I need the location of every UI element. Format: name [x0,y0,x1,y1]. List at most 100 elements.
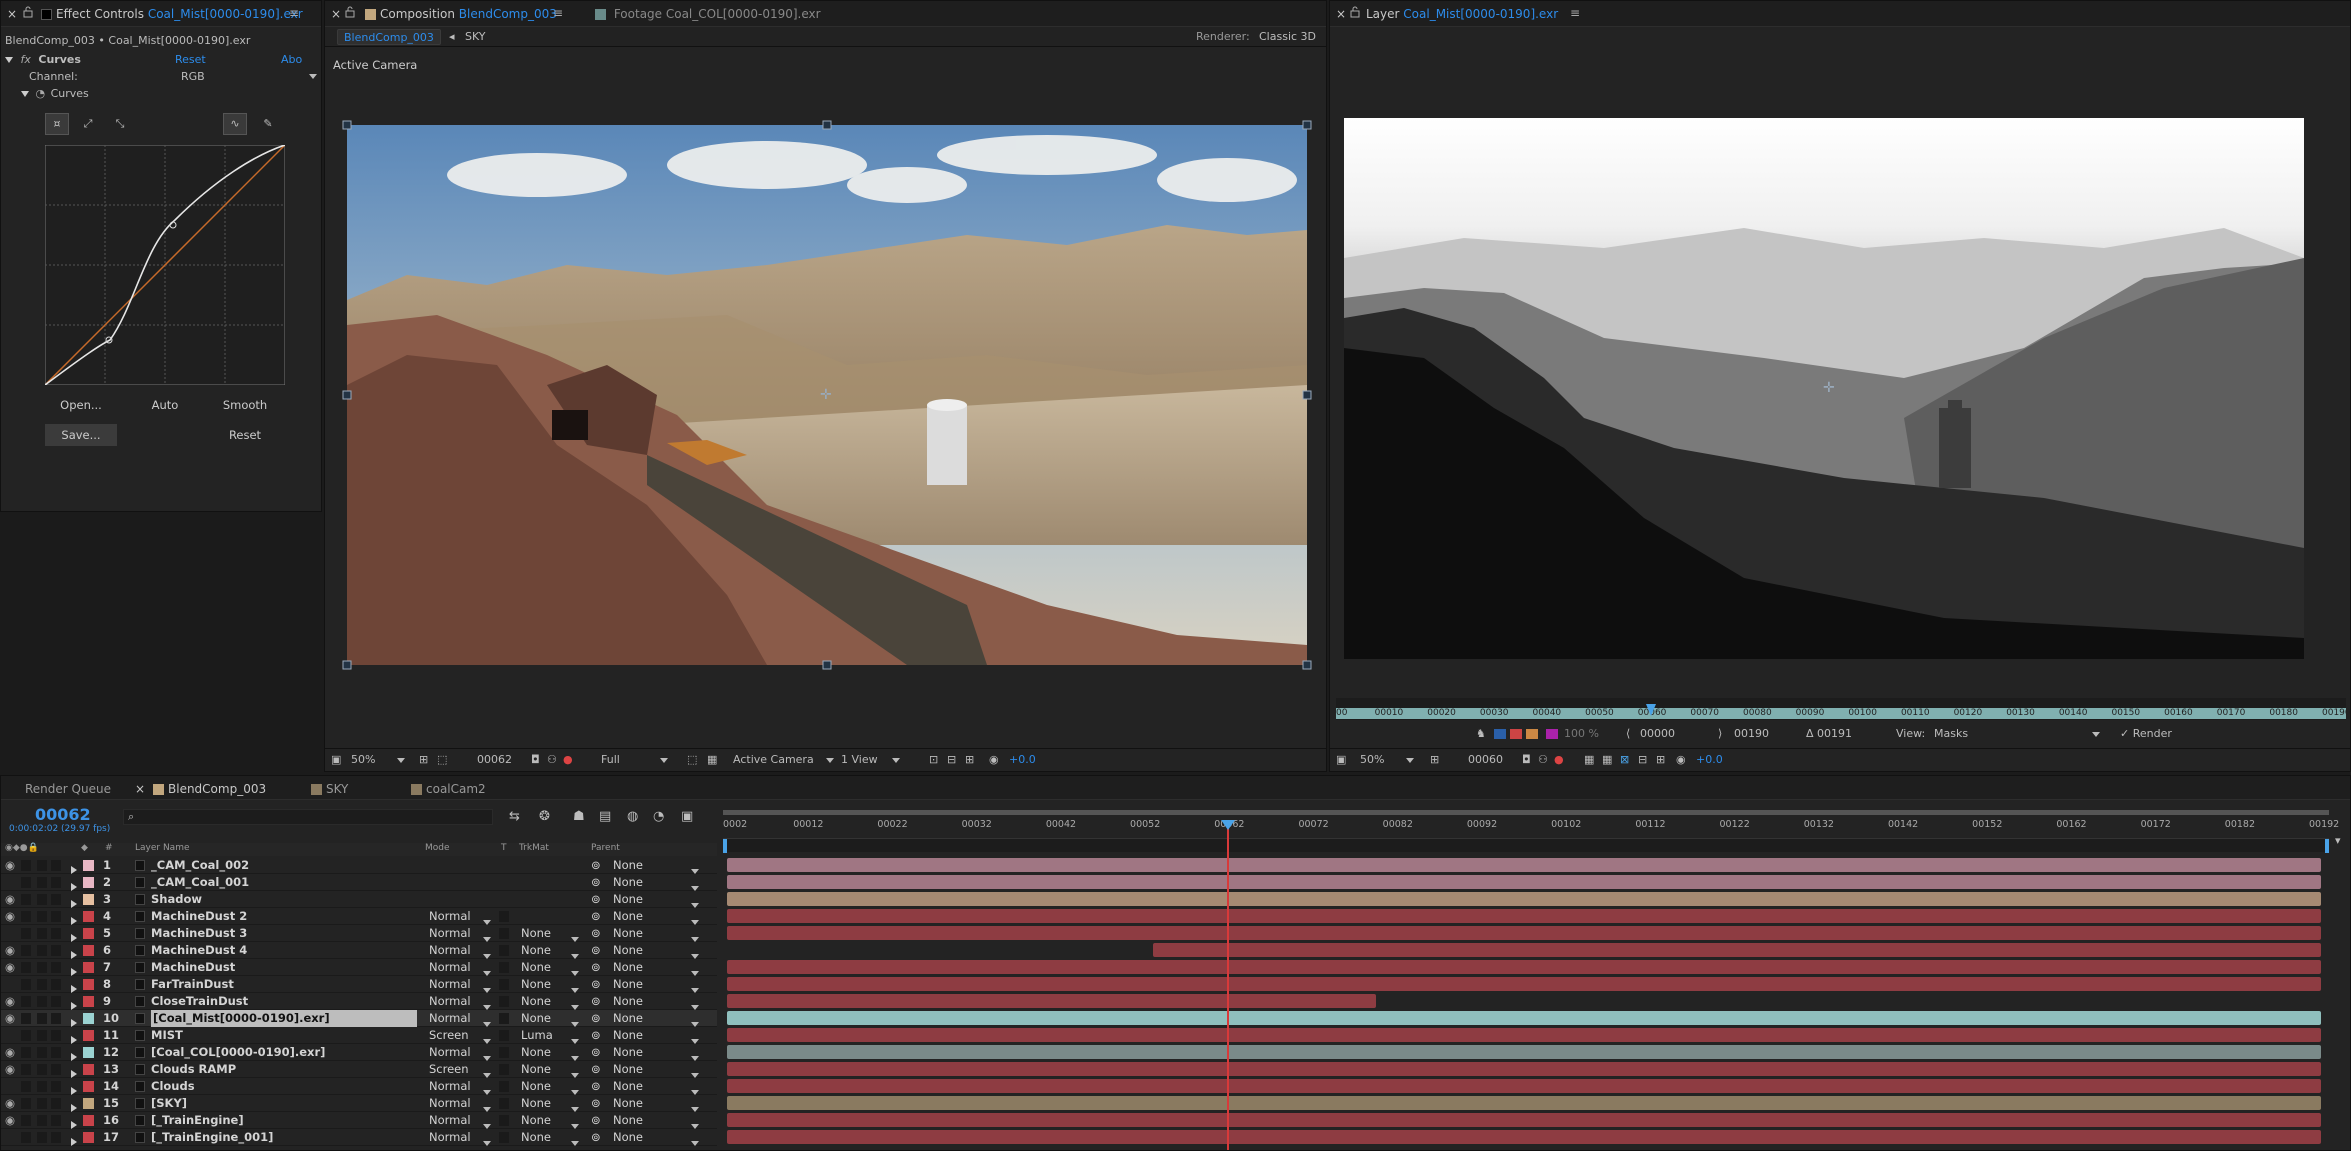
layer-parent[interactable]: None [613,942,643,959]
audio-toggle[interactable] [21,1115,31,1126]
panel-menu-icon[interactable]: ≡ [553,6,563,20]
solo-toggle[interactable] [37,1030,47,1041]
audio-toggle[interactable] [21,996,31,1007]
transparency-grid-icon[interactable]: ▦ [707,752,717,768]
curves-effect-header[interactable]: fx Curves Reset Abo [5,53,321,67]
mask-color-icon[interactable] [1494,729,1506,739]
arrow-left-icon[interactable]: ◂ [449,30,455,43]
parent-pickwhip-icon[interactable]: ⊚ [591,874,601,891]
layer-name[interactable]: [_TrainEngine_001] [151,1129,273,1146]
layer-mode[interactable]: Normal [429,925,471,942]
layer-time-ruler[interactable]: 0000010000200003000040000500006000070000… [1336,698,2350,720]
transform-handle[interactable] [342,660,352,670]
audio-toggle[interactable] [21,928,31,939]
layer-parent[interactable]: None [613,891,643,908]
layer-parent[interactable]: None [613,857,643,874]
layer-trkmat[interactable]: None [521,1112,551,1129]
layer-mode[interactable]: Normal [429,1095,471,1112]
layer-trkmat[interactable]: None [521,1095,551,1112]
channel-icon[interactable]: ● [563,752,573,768]
parent-pickwhip-icon[interactable]: ⊚ [591,1061,601,1078]
layer-duration-bar[interactable] [727,994,1376,1008]
graph-editor-icon[interactable]: ◔ [653,809,664,824]
lock-icon[interactable] [345,4,355,24]
layer-row[interactable]: ◉ 9 CloseTrainDust Normal None ⊚ None [1,993,2350,1010]
solo-toggle[interactable] [37,1013,47,1024]
parent-pickwhip-icon[interactable]: ⊚ [591,993,601,1010]
sky-breadcrumb-chip[interactable]: SKY [459,29,492,45]
lock-toggle[interactable] [51,962,61,973]
reset-button[interactable]: Reset [209,424,281,446]
expand-icon[interactable] [71,1133,77,1150]
timeline-icon[interactable]: ⊟ [1638,752,1647,768]
layer-trkmat[interactable]: None [521,1078,551,1095]
transparency-grid-icon[interactable]: ▦ [1602,752,1612,768]
layer-name[interactable]: [_TrainEngine] [151,1112,244,1129]
effect-reset-link[interactable]: Reset [175,53,206,66]
lock-toggle[interactable] [51,860,61,871]
solo-toggle[interactable] [37,877,47,888]
layer-parent[interactable]: None [613,1129,643,1146]
layer-row[interactable]: ◉ 4 MachineDust 2 Normal ⊚ None [1,908,2350,925]
panel-menu-icon[interactable]: ≡ [1570,6,1580,20]
parent-pickwhip-icon[interactable]: ⊚ [591,1129,601,1146]
solo-toggle[interactable] [37,1132,47,1143]
close-icon[interactable]: × [135,779,145,799]
layer-duration-bar[interactable] [727,875,2321,889]
audio-toggle[interactable] [21,962,31,973]
layer-trkmat[interactable]: None [521,942,551,959]
preserve-transparency-toggle[interactable] [499,911,509,922]
label-color-swatch[interactable] [83,911,94,922]
layer-name[interactable]: MachineDust 2 [151,908,247,925]
parent-pickwhip-icon[interactable]: ⊚ [591,891,601,908]
preserve-transparency-toggle[interactable] [499,928,509,939]
timeline-icon[interactable]: ⊟ [947,752,956,768]
save-button[interactable]: Save... [45,424,117,446]
audio-toggle[interactable] [21,1081,31,1092]
layer-name[interactable]: _CAM_Coal_001 [151,874,249,891]
layer-duration-bar[interactable] [727,977,2321,991]
set-in-point-icon[interactable]: ⟨ [1626,727,1630,740]
current-frame[interactable]: 00062 [477,752,512,768]
preserve-transparency-toggle[interactable] [499,1115,509,1126]
preserve-transparency-toggle[interactable] [499,979,509,990]
audio-toggle[interactable] [21,911,31,922]
layer-mode[interactable]: Normal [429,1129,471,1146]
solo-toggle[interactable] [37,928,47,939]
lock-toggle[interactable] [51,1013,61,1024]
eye-icon[interactable]: ◉ [5,959,15,976]
effect-about-link[interactable]: Abo [281,53,302,66]
solo-toggle[interactable] [37,996,47,1007]
tab-coalcam2[interactable]: coalCam2 [411,779,486,799]
layer-mode[interactable]: Normal [429,959,471,976]
open-button[interactable]: Open... [45,394,117,416]
layer-name[interactable]: MachineDust 3 [151,925,247,942]
resolution-select[interactable]: Full [601,752,668,768]
opacity-value[interactable]: 100 % [1564,727,1599,740]
transform-handle[interactable] [1302,660,1312,670]
camera-select[interactable]: Active Camera [733,752,834,768]
audio-toggle[interactable] [21,1013,31,1024]
view-layout-select[interactable]: 1 View [841,752,900,768]
lock-toggle[interactable] [51,1030,61,1041]
motion-blur-icon[interactable]: ◍ [627,809,638,824]
layer-trkmat[interactable]: None [521,1061,551,1078]
lock-toggle[interactable] [51,877,61,888]
timeline-timecode[interactable]: 00062 [35,805,91,824]
layer-tab[interactable]: Layer Coal_Mist[0000-0190].exr [1366,4,1558,24]
collapse-icon[interactable] [21,91,29,97]
stopwatch-icon[interactable]: ◔ [36,87,46,100]
parent-pickwhip-icon[interactable]: ⊚ [591,1027,601,1044]
layer-duration-bar[interactable] [727,1130,2321,1144]
layer-duration-bar[interactable] [727,1028,2321,1042]
eye-icon[interactable]: ◉ [5,1095,15,1112]
anchor-point-icon[interactable]: ✛ [820,387,832,403]
composition-mini-flowchart-icon[interactable]: ⇆ [509,809,520,824]
layer-row[interactable]: ◉ 10 [Coal_Mist[0000-0190].exr] Normal N… [1,1010,2350,1027]
eye-icon[interactable]: ◉ [5,857,15,874]
solo-toggle[interactable] [37,979,47,990]
transform-handle[interactable] [822,120,832,130]
always-preview-icon[interactable]: ▣ [1336,752,1346,768]
audio-toggle[interactable] [21,1132,31,1143]
chevron-down-icon[interactable] [687,1135,699,1150]
